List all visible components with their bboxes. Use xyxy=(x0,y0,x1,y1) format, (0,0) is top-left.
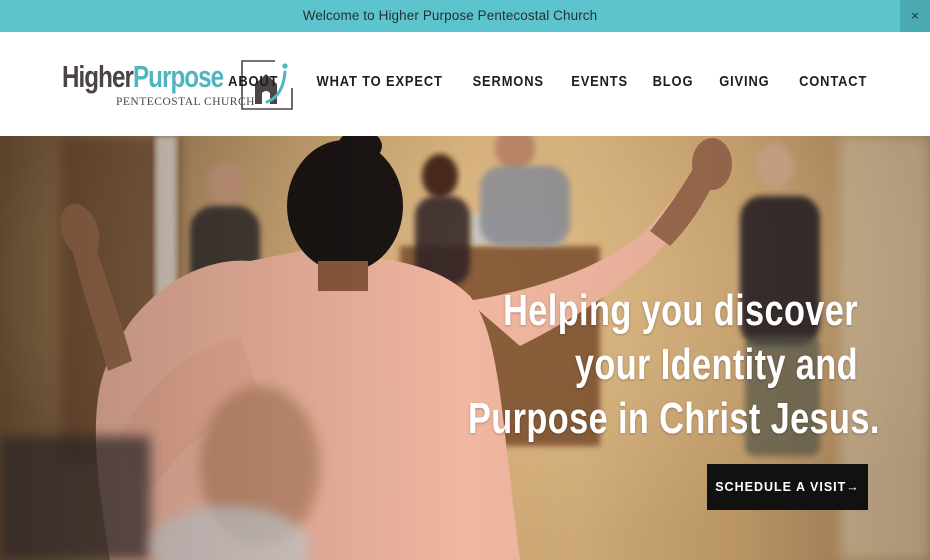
nav-item-giving[interactable]: GIVING xyxy=(719,73,769,90)
site-header: HigherPurpose PENTECOSTAL CHURCH ABOUT W… xyxy=(0,32,930,136)
close-announcement-button[interactable]: × xyxy=(900,0,930,32)
announcement-text: Welcome to Higher Purpose Pentecostal Ch… xyxy=(302,8,598,23)
schedule-visit-button[interactable]: SCHEDULE A VISIT→ xyxy=(707,464,868,510)
logo-subtitle: PENTECOSTAL CHURCH xyxy=(116,96,255,108)
nav-item-blog[interactable]: BLOG xyxy=(653,73,694,90)
main-nav: ABOUT WHAT TO EXPECT SERMONS EVENTS BLOG… xyxy=(202,73,867,90)
logo-word-higher: Higher xyxy=(62,59,134,94)
nav-item-contact[interactable]: CONTACT xyxy=(799,73,867,90)
nav-item-what-to-expect[interactable]: WHAT TO EXPECT xyxy=(317,73,443,90)
announcement-bar: Welcome to Higher Purpose Pentecostal Ch… xyxy=(0,0,930,32)
hero-title-line-2: your Identity and xyxy=(574,340,858,389)
nav-item-about[interactable]: ABOUT xyxy=(228,73,278,90)
hero-title-line-1: Helping you discover xyxy=(503,286,858,335)
nav-item-events[interactable]: EVENTS xyxy=(571,73,628,90)
nav-item-sermons[interactable]: SERMONS xyxy=(473,73,544,90)
hero-section: Helping you discover your Identity and P… xyxy=(0,136,930,560)
hero-title-line-3: Purpose in Christ Jesus. xyxy=(468,394,880,443)
logo-wordmark: HigherPurpose xyxy=(62,58,224,96)
hero-title: Helping you discover your Identity and P… xyxy=(468,284,880,446)
